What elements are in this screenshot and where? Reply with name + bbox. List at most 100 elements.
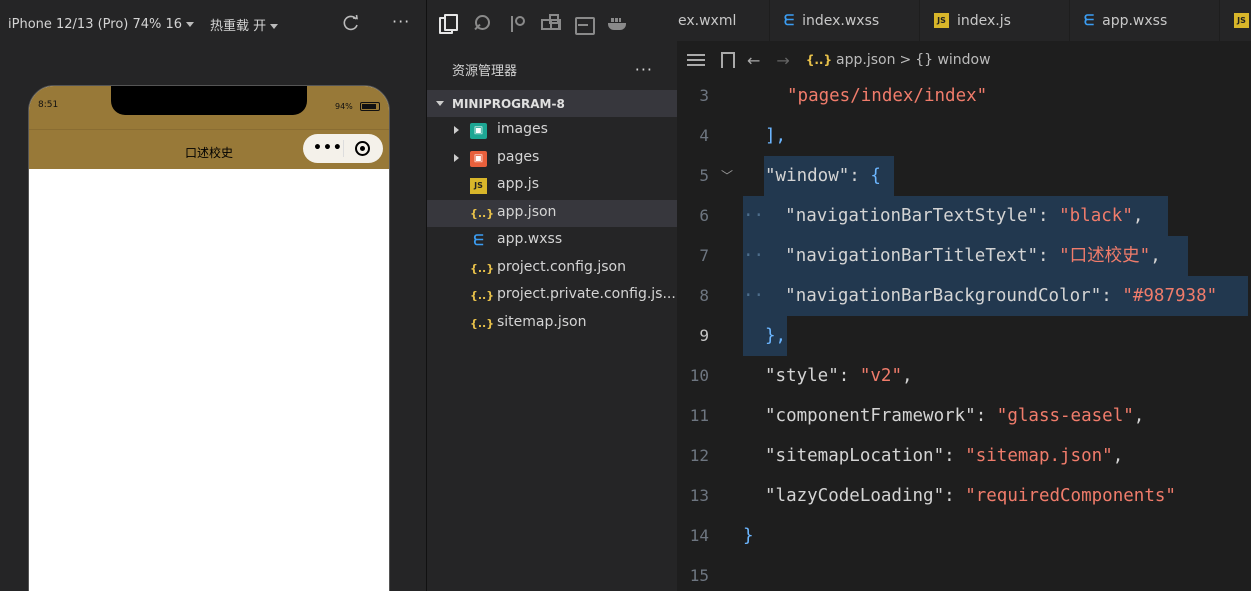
tree-item-label: app.json [497,203,557,220]
workspace-folder-name: MINIPROGRAM-8 [452,96,565,111]
tab-index-js[interactable]: JS index.js [920,0,1070,41]
workspace-folder[interactable]: MINIPROGRAM-8 [427,90,677,117]
breadcrumb-symbol[interactable]: {} window [915,52,990,68]
json-file-icon: {..} [470,316,495,330]
files-icon[interactable] [437,14,458,34]
breadcrumb-file[interactable]: app.json [836,52,895,68]
tree-item-label: sitemap.json [497,313,587,330]
line-number: 10 [689,366,709,385]
tree-item-app-json[interactable]: {..} app.json [427,199,677,227]
folder-images-icon: ▣ [470,123,487,139]
js-file-icon: JS [470,178,487,194]
line-number: 3 [699,86,709,105]
hot-reload-toggle[interactable]: 热重载 开 [210,15,279,34]
extensions-icon[interactable] [539,14,559,34]
code-string: "pages/index/index" [787,86,988,106]
status-time: 8:51 [38,100,59,110]
code-editor: ex.wxml ᗴ index.wxss JS index.js ᗴ app.w… [677,0,1251,591]
phone-status-bar: 8:51 94% [29,86,389,129]
close-target-icon[interactable] [355,141,370,156]
line-number: 5 [699,166,709,185]
phone-screen: 8:51 94% 口述校史 ••• [28,85,390,591]
code-string: "#987938" [1122,286,1218,306]
device-label: iPhone 12/13 (Pro) 74% 16 [8,16,183,32]
simulator-toolbar: iPhone 12/13 (Pro) 74% 16 热重载 开 ··· [0,0,426,48]
tree-item-label: project.config.json [497,258,626,275]
line-number: 13 [689,486,709,505]
docker-icon[interactable] [607,14,627,34]
json-file-icon: {..} [805,53,833,67]
js-file-icon: JS [1234,13,1249,28]
back-arrow-icon[interactable]: ← [747,51,760,70]
code-key: "lazyCodeLoading" [765,486,945,506]
explorer-more-button[interactable]: ··· [635,60,653,79]
breadcrumb-separator: > [899,52,912,68]
folder-pages-icon: ▣ [470,150,487,167]
code-key: "navigationBarTitleText" [785,246,1039,266]
line-number: 15 [689,566,709,585]
tree-item-sitemap[interactable]: {..} sitemap.json [427,310,677,338]
battery-icon [360,102,380,111]
code-string: "sitemap.json" [965,446,1113,466]
line-number: 14 [689,526,709,545]
menu-dots-icon[interactable]: ••• [313,140,343,156]
code-line: 12 "sitemapLocation": "sitemap.json", [677,436,1251,476]
tree-item-app-js[interactable]: JS app.js [427,172,677,200]
line-number: 4 [699,126,709,145]
phone-notch [111,86,307,115]
code-bracket: ], [765,126,787,146]
tab-app-wxss[interactable]: ᗴ app.wxss [1070,0,1220,41]
outline-icon[interactable] [687,51,705,69]
search-icon[interactable] [471,14,491,34]
forward-arrow-icon[interactable]: → [776,51,789,70]
device-selector[interactable]: iPhone 12/13 (Pro) 74% 16 [8,16,195,32]
code-line: 11 "componentFramework": "glass-easel", [677,396,1251,436]
code-key: "style" [765,366,839,386]
code-string: "v2" [859,366,902,386]
breadcrumb: ← → {..} app.json > {} window [677,41,1251,79]
simulator-more-button[interactable]: ··· [392,12,410,31]
explorer-title: 资源管理器 [452,63,518,79]
code-bracket: } [743,526,754,546]
tree-item-label: pages [497,148,540,165]
tab-index-wxss[interactable]: ᗴ index.wxss [770,0,920,41]
hot-reload-label: 热重载 开 [210,18,267,34]
tab-index-wxml[interactable]: ex.wxml [677,0,770,41]
code-line: 10 "style": "v2", [677,356,1251,396]
tree-item-pages[interactable]: ▣ pages [427,145,677,173]
tree-item-app-wxss[interactable]: ᗴ app.wxss [427,227,677,255]
tree-item-images[interactable]: ▣ images [427,117,677,145]
tree-item-project-config[interactable]: {..} project.config.json [427,255,677,283]
code-line: 7 ·· "navigationBarTitleText": "口述校史", [677,236,1251,276]
code-line: 3 "pages/index/index" [677,76,1251,116]
line-number: 9 [699,326,709,345]
json-file-icon: {..} [470,261,495,275]
code-line: 8 ·· "navigationBarBackgroundColor": "#9… [677,276,1251,316]
line-number: 12 [689,446,709,465]
capsule-divider [343,140,344,157]
explorer-panel: 资源管理器 ··· MINIPROGRAM-8 ▣ images ▣ pages… [427,0,677,591]
simulator-panel: iPhone 12/13 (Pro) 74% 16 热重载 开 ··· 8:51… [0,0,426,591]
code-key: "componentFramework" [765,406,976,426]
tree-item-project-private-config[interactable]: {..} project.private.config.js... [427,282,677,310]
chevron-right-icon [454,126,459,134]
tab-label: ex.wxml [678,12,737,29]
code-line: 5 ﹀ "window": { [677,156,1251,196]
refresh-icon[interactable] [342,14,360,32]
tree-item-label: images [497,121,548,137]
tree-item-label: app.wxss [497,231,563,247]
source-control-icon[interactable] [505,14,525,34]
activity-bar [427,0,677,48]
tab-label: index.wxss [802,12,880,29]
code-bracket: }, [765,326,787,346]
line-number: 8 [699,286,709,305]
code-string: "requiredComponents" [965,486,1176,506]
image-icon[interactable] [573,14,595,35]
code-key: "window" [765,166,850,186]
code-area[interactable]: 3 "pages/index/index" 4 ], 5 ﹀ "window":… [677,76,1251,591]
editor-tabs: ex.wxml ᗴ index.wxss JS index.js ᗴ app.w… [677,0,1251,41]
tab-overflow[interactable]: JS [1220,0,1251,41]
fold-chevron-icon[interactable]: ﹀ [721,156,733,196]
bookmark-icon[interactable] [717,51,735,69]
capsule-menu[interactable]: ••• [303,134,383,163]
